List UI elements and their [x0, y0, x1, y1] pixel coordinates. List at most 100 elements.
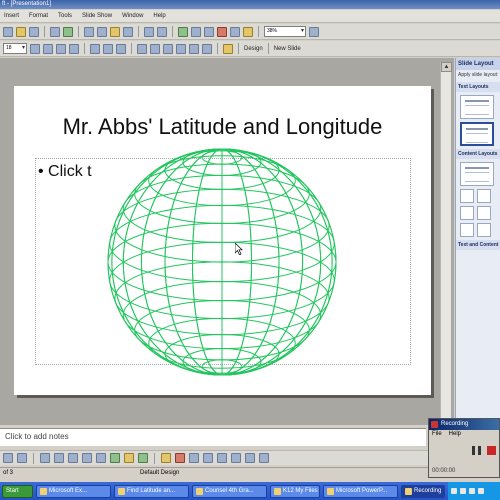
save-icon[interactable] — [29, 26, 39, 37]
start-button[interactable]: Start — [2, 484, 33, 498]
tray-volume-icon[interactable] — [460, 488, 466, 494]
toolbar-divider — [217, 43, 218, 54]
layout-thumb[interactable] — [460, 206, 474, 220]
menu-help[interactable]: Help — [153, 13, 165, 19]
scroll-up-icon[interactable]: ▲ — [441, 62, 452, 72]
oval-icon[interactable] — [82, 453, 92, 463]
taskbar-item-recording[interactable]: Recording — [401, 484, 445, 498]
vertical-scrollbar[interactable]: ▲ — [440, 62, 452, 427]
print-icon[interactable] — [50, 26, 60, 37]
design-button[interactable]: Design — [244, 46, 263, 52]
layout-thumb[interactable] — [460, 223, 474, 237]
increase-font-icon[interactable] — [163, 43, 173, 54]
pause-icon[interactable] — [472, 446, 481, 455]
underline-icon[interactable] — [56, 43, 66, 54]
spelling-icon[interactable] — [63, 26, 73, 37]
new-slide-button[interactable]: New Slide — [274, 46, 301, 52]
decrease-font-icon[interactable] — [176, 43, 186, 54]
select-arrow-icon[interactable] — [17, 453, 27, 463]
windows-taskbar: Start Microsoft Ex... Find Latitude an..… — [0, 482, 500, 500]
align-icon[interactable] — [90, 43, 100, 54]
layout-title-slide[interactable] — [460, 95, 494, 119]
zoom-select[interactable]: 38% — [264, 26, 306, 37]
taskbar-item-excel[interactable]: Microsoft Ex... — [36, 484, 111, 498]
content-layouts-heading: Content Layouts — [456, 149, 500, 159]
taskbar-item-browser[interactable]: Find Latitude an... — [114, 484, 189, 498]
picture-icon[interactable] — [138, 453, 148, 463]
cut-icon[interactable] — [84, 26, 94, 37]
tray-network-icon[interactable] — [451, 488, 457, 494]
taskbar-item-powerpoint[interactable]: Microsoft PowerP... — [323, 484, 398, 498]
table-icon[interactable] — [191, 26, 201, 37]
bullets-icon[interactable] — [150, 43, 160, 54]
shadow-style-icon[interactable] — [245, 453, 255, 463]
line-icon[interactable] — [40, 453, 50, 463]
center-icon[interactable] — [103, 43, 113, 54]
clipart-icon[interactable] — [124, 453, 134, 463]
3d-style-icon[interactable] — [259, 453, 269, 463]
recorder-menu-file[interactable]: File — [432, 431, 442, 437]
menu-tools[interactable]: Tools — [58, 13, 72, 19]
menu-format[interactable]: Format — [29, 13, 48, 19]
layout-thumb[interactable] — [477, 189, 491, 203]
arrow-icon[interactable] — [54, 453, 64, 463]
columns-icon[interactable] — [204, 26, 214, 37]
help-icon[interactable] — [309, 26, 319, 37]
italic-icon[interactable] — [43, 43, 53, 54]
layout-blank[interactable] — [460, 162, 494, 186]
open-icon[interactable] — [16, 26, 26, 37]
menu-window[interactable]: Window — [122, 13, 143, 19]
indent-icon[interactable] — [202, 43, 212, 54]
notes-pane[interactable]: Click to add notes — [0, 428, 426, 446]
tray-security-icon[interactable] — [469, 488, 475, 494]
slide-layout-pane: Slide Layout Apply slide layout: Text La… — [455, 58, 500, 428]
align-right-icon[interactable] — [116, 43, 126, 54]
font-color-icon[interactable] — [223, 43, 233, 54]
globe-wireframe[interactable] — [106, 147, 338, 377]
bullet-text[interactable]: • Click t — [38, 163, 92, 181]
line-color-icon[interactable] — [175, 453, 185, 463]
fill-color-icon[interactable] — [161, 453, 171, 463]
draw-menu-icon[interactable] — [3, 453, 13, 463]
taskpane-header[interactable]: Slide Layout — [456, 58, 500, 70]
chart-icon[interactable] — [178, 26, 188, 37]
tray-update-icon[interactable] — [478, 488, 484, 494]
font-color-draw-icon[interactable] — [189, 453, 199, 463]
menu-slide-show[interactable]: Slide Show — [82, 13, 112, 19]
numbering-icon[interactable] — [137, 43, 147, 54]
recorder-menu-help[interactable]: Help — [449, 431, 461, 437]
outdent-icon[interactable] — [189, 43, 199, 54]
undo-icon[interactable] — [144, 26, 154, 37]
folder-icon — [274, 487, 281, 495]
hyperlink-icon[interactable] — [217, 26, 227, 37]
grid-icon[interactable] — [230, 26, 240, 37]
shadow-icon[interactable] — [69, 43, 79, 54]
layout-title-text[interactable] — [460, 122, 494, 146]
rectangle-icon[interactable] — [68, 453, 78, 463]
redo-icon[interactable] — [157, 26, 167, 37]
taskbar-item-files[interactable]: K12 My Files — [270, 484, 320, 498]
color-icon[interactable] — [243, 26, 253, 37]
new-icon[interactable] — [3, 26, 13, 37]
menu-insert[interactable]: Insert — [4, 13, 19, 19]
dash-style-icon[interactable] — [217, 453, 227, 463]
layout-thumb[interactable] — [460, 189, 474, 203]
toolbar-divider — [258, 26, 259, 37]
arrow-style-icon[interactable] — [231, 453, 241, 463]
bold-icon[interactable] — [30, 43, 40, 54]
copy-icon[interactable] — [97, 26, 107, 37]
standard-toolbar: 38% — [0, 24, 500, 40]
taskbar-item-label: Find Latitude an... — [127, 487, 176, 494]
taskbar-item-counsel[interactable]: Counsel 4th Gra... — [192, 484, 267, 498]
line-style-icon[interactable] — [203, 453, 213, 463]
textbox-icon[interactable] — [96, 453, 106, 463]
font-size-select[interactable]: 18 — [3, 43, 27, 54]
layout-thumb[interactable] — [477, 223, 491, 237]
paste-icon[interactable] — [110, 26, 120, 37]
stop-icon[interactable] — [487, 446, 496, 455]
recorder-title[interactable]: Recording — [429, 419, 499, 430]
layout-thumb[interactable] — [477, 206, 491, 220]
slide-title[interactable]: Mr. Abbs' Latitude and Longitude — [18, 114, 427, 140]
wordart-icon[interactable] — [110, 453, 120, 463]
format-painter-icon[interactable] — [123, 26, 133, 37]
